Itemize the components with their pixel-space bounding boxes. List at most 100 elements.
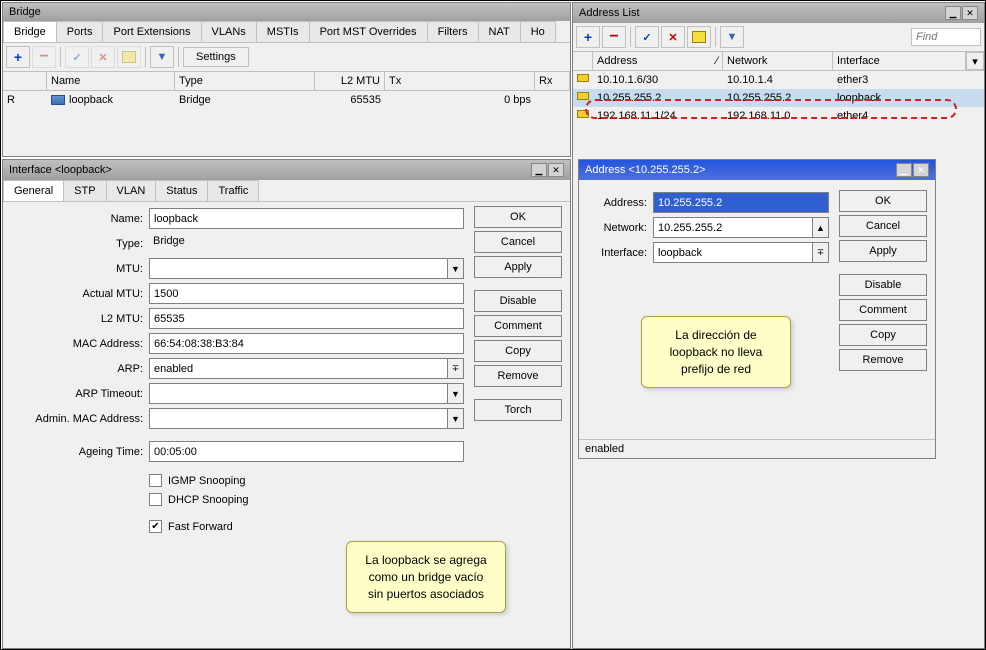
- tab-vlan[interactable]: VLAN: [106, 180, 157, 201]
- close-button[interactable]: ✕: [913, 163, 929, 177]
- addr-status-bar: enabled: [579, 439, 935, 458]
- table-row[interactable]: R loopback Bridge 65535 0 bps: [3, 91, 570, 109]
- column-menu-button[interactable]: ▾: [966, 52, 984, 70]
- arp-timeout-dropdown[interactable]: ▼: [448, 383, 464, 404]
- mtu-dropdown[interactable]: ▼: [448, 258, 464, 279]
- actual-mtu-field[interactable]: [149, 283, 464, 304]
- arp-dropdown[interactable]: ∓: [448, 358, 464, 379]
- minimize-button[interactable]: ▁: [531, 163, 547, 177]
- name-field[interactable]: [149, 208, 464, 229]
- x-icon: ✕: [668, 31, 677, 44]
- find-input[interactable]: [911, 28, 981, 46]
- label-network: Network:: [583, 222, 653, 234]
- filter-button[interactable]: ▼: [150, 46, 174, 68]
- addrlist-titlebar: Address List ▁ ✕: [573, 3, 984, 23]
- dhcp-checkbox[interactable]: [149, 493, 162, 506]
- col-l2mtu[interactable]: L2 MTU: [315, 72, 385, 90]
- type-value: Bridge: [149, 233, 464, 254]
- ageing-field[interactable]: [149, 441, 464, 462]
- tab-filters[interactable]: Filters: [427, 21, 479, 42]
- sort-icon: ∕: [716, 55, 718, 67]
- tab-mstis[interactable]: MSTIs: [256, 21, 310, 42]
- apply-button[interactable]: Apply: [474, 256, 562, 278]
- close-button[interactable]: ✕: [962, 6, 978, 20]
- comment-button: [117, 46, 141, 68]
- add-button[interactable]: +: [6, 46, 30, 68]
- arp-timeout-field[interactable]: [149, 383, 448, 404]
- ok-button[interactable]: OK: [474, 206, 562, 228]
- network-dropdown[interactable]: ▲: [813, 217, 829, 238]
- comment-button[interactable]: Comment: [839, 299, 927, 321]
- col-name[interactable]: Name: [47, 72, 175, 90]
- enable-button[interactable]: ✓: [635, 26, 659, 48]
- tab-ho[interactable]: Ho: [520, 21, 556, 42]
- remove-button[interactable]: Remove: [839, 349, 927, 371]
- address-icon: [577, 92, 589, 100]
- col-network[interactable]: Network: [723, 52, 833, 70]
- settings-button[interactable]: Settings: [183, 47, 249, 67]
- close-button[interactable]: ✕: [548, 163, 564, 177]
- tab-traffic[interactable]: Traffic: [207, 180, 259, 201]
- interface-dropdown[interactable]: ∓: [813, 242, 829, 263]
- bridge-icon: [51, 95, 65, 105]
- tab-vlans[interactable]: VLANs: [201, 21, 257, 42]
- disable-button[interactable]: Disable: [474, 290, 562, 312]
- filter-button[interactable]: ▼: [720, 26, 744, 48]
- iface-title: Interface <loopback>: [9, 164, 112, 176]
- disable-button[interactable]: Disable: [839, 274, 927, 296]
- remove-button[interactable]: Remove: [474, 365, 562, 387]
- remove-button[interactable]: −: [602, 26, 626, 48]
- arp-field[interactable]: [149, 358, 448, 379]
- add-button[interactable]: +: [576, 26, 600, 48]
- col-type[interactable]: Type: [175, 72, 315, 90]
- network-field[interactable]: [653, 217, 813, 238]
- tab-nat[interactable]: NAT: [478, 21, 521, 42]
- cancel-button[interactable]: Cancel: [474, 231, 562, 253]
- mtu-field[interactable]: [149, 258, 448, 279]
- label-l2mtu: L2 MTU:: [9, 313, 149, 325]
- comment-button[interactable]: Comment: [474, 315, 562, 337]
- igmp-checkbox[interactable]: [149, 474, 162, 487]
- label-mac: MAC Address:: [9, 338, 149, 350]
- copy-button[interactable]: Copy: [474, 340, 562, 362]
- fast-forward-checkbox[interactable]: ✔: [149, 520, 162, 533]
- mac-field[interactable]: [149, 333, 464, 354]
- l2mtu-field[interactable]: [149, 308, 464, 329]
- col-tx[interactable]: Tx: [385, 72, 535, 90]
- bridge-titlebar: Bridge: [3, 3, 570, 21]
- tab-port-ext[interactable]: Port Extensions: [102, 21, 201, 42]
- minimize-button[interactable]: ▁: [945, 6, 961, 20]
- comment-button[interactable]: [687, 26, 711, 48]
- table-row[interactable]: 10.255.255.2 10.255.255.2 loopback: [573, 89, 984, 107]
- col-interface[interactable]: Interface: [833, 52, 966, 70]
- interface-field[interactable]: [653, 242, 813, 263]
- minimize-button[interactable]: ▁: [896, 163, 912, 177]
- disable-button[interactable]: ✕: [661, 26, 685, 48]
- col-rx[interactable]: Rx: [535, 72, 570, 90]
- copy-button[interactable]: Copy: [839, 324, 927, 346]
- col-flag[interactable]: [3, 72, 47, 90]
- col-icon[interactable]: [573, 52, 593, 70]
- tab-mst-over[interactable]: Port MST Overrides: [309, 21, 428, 42]
- col-address[interactable]: Address ∕: [593, 52, 723, 70]
- apply-button[interactable]: Apply: [839, 240, 927, 262]
- table-row[interactable]: 10.10.1.6/30 10.10.1.4 ether3: [573, 71, 984, 89]
- tab-status[interactable]: Status: [155, 180, 208, 201]
- tab-stp[interactable]: STP: [63, 180, 106, 201]
- address-icon: [577, 110, 589, 118]
- table-row[interactable]: 192.168.11.1/24 192.168.11.0 ether4: [573, 107, 984, 125]
- cancel-button[interactable]: Cancel: [839, 215, 927, 237]
- ok-button[interactable]: OK: [839, 190, 927, 212]
- tab-bridge[interactable]: Bridge: [3, 21, 57, 42]
- label-address: Address:: [583, 197, 653, 209]
- admin-mac-field[interactable]: [149, 408, 448, 429]
- tab-general[interactable]: General: [3, 180, 64, 201]
- address-field[interactable]: [653, 192, 829, 213]
- torch-button[interactable]: Torch: [474, 399, 562, 421]
- separator: [630, 27, 631, 47]
- address-window: Address <10.255.255.2> ▁ ✕ Address: Netw…: [578, 159, 936, 459]
- funnel-icon: ▼: [727, 31, 738, 43]
- admin-mac-dropdown[interactable]: ▼: [448, 408, 464, 429]
- tab-ports[interactable]: Ports: [56, 21, 104, 42]
- cell-interface: loopback: [833, 90, 984, 106]
